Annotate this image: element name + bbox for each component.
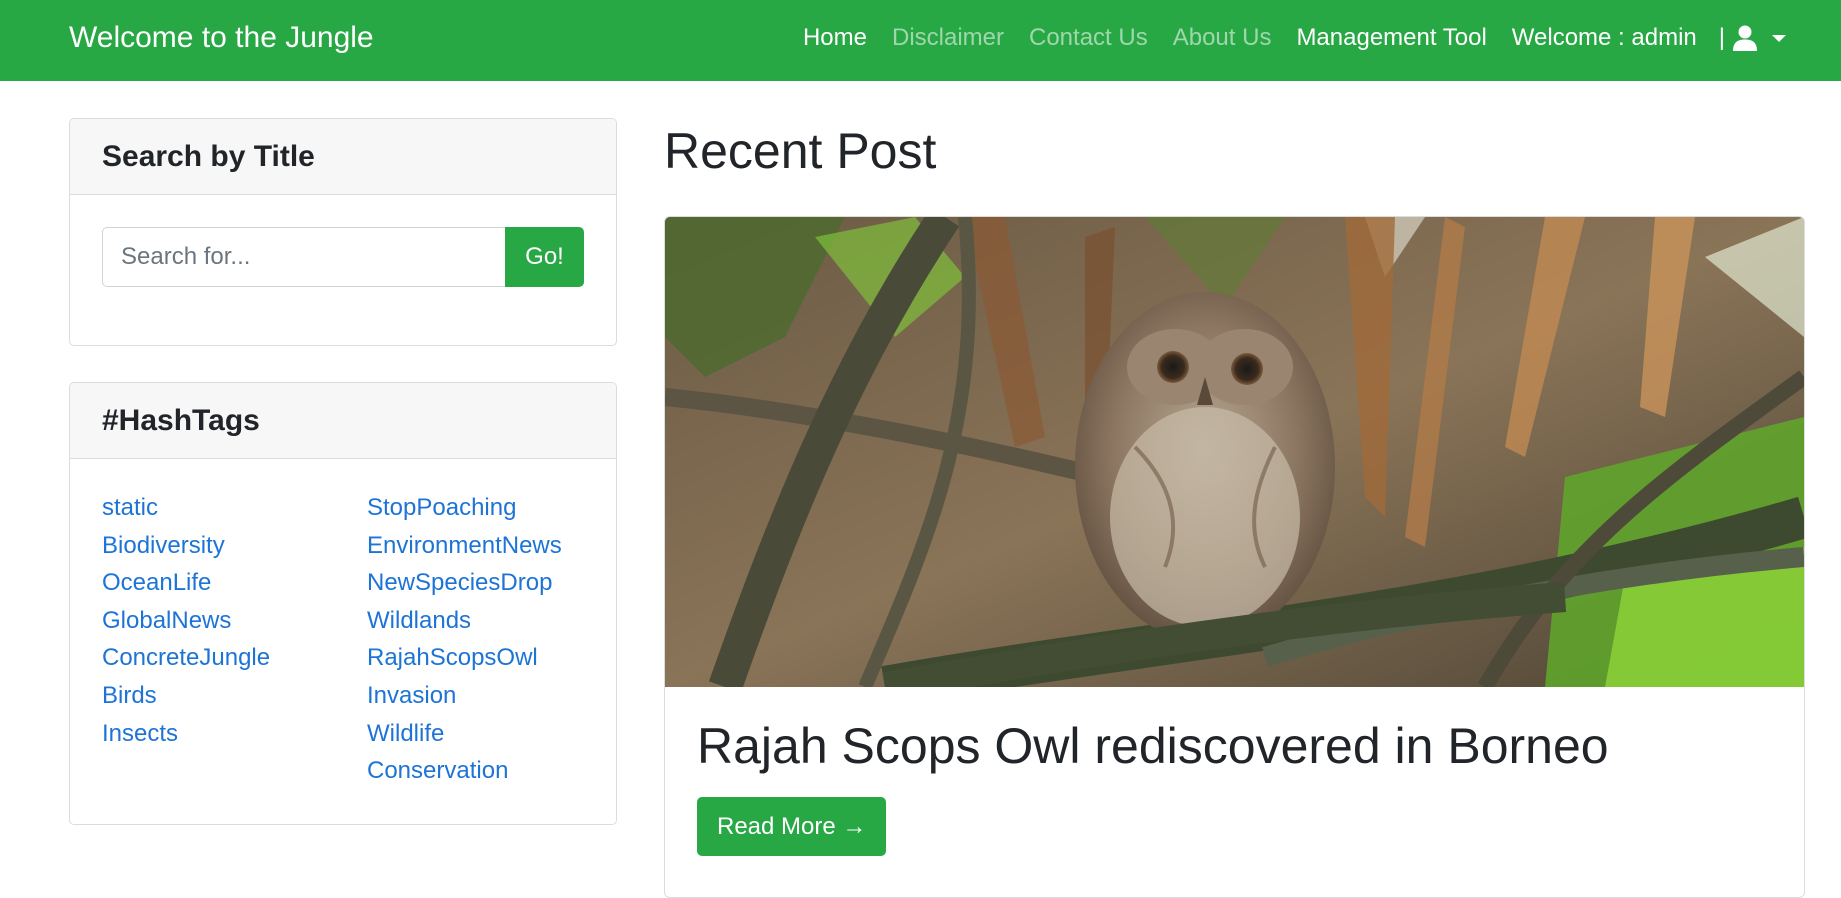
nav-home[interactable]: Home — [803, 18, 867, 58]
hashtags-card: #HashTags static Biodiversity OceanLife … — [69, 382, 617, 825]
nav-separator: | — [1718, 24, 1725, 51]
search-input[interactable] — [102, 227, 505, 287]
search-card: Search by Title Go! — [69, 118, 617, 346]
hashtag-link[interactable]: static — [102, 489, 270, 527]
hashtag-link[interactable]: Insects — [102, 715, 270, 753]
post-title[interactable]: Rajah Scops Owl rediscovered in Borneo — [697, 714, 1609, 778]
hashtag-link[interactable]: Birds — [102, 677, 270, 715]
hashtag-link[interactable]: StopPoaching — [367, 489, 562, 527]
go-button[interactable]: Go! — [505, 227, 584, 287]
search-card-title: Search by Title — [70, 119, 616, 195]
hashtag-link[interactable]: GlobalNews — [102, 602, 270, 640]
hashtags-left-column: static Biodiversity OceanLife GlobalNews… — [102, 489, 270, 752]
hashtag-link[interactable]: Wildlands — [367, 602, 562, 640]
hashtag-link[interactable]: Wildlife — [367, 715, 562, 753]
search-row: Go! — [102, 227, 584, 287]
hashtags-right-column: StopPoaching EnvironmentNews NewSpeciesD… — [367, 489, 562, 790]
hashtag-link[interactable]: Conservation — [367, 752, 562, 790]
hashtag-link[interactable]: ConcreteJungle — [102, 639, 270, 677]
hashtag-link[interactable]: OceanLife — [102, 564, 270, 602]
welcome-text: Welcome : admin — [1511, 24, 1697, 51]
hashtag-link[interactable]: EnvironmentNews — [367, 527, 562, 565]
nav-links: Home Disclaimer Contact Us About Us Mana… — [778, 18, 1791, 58]
read-more-button[interactable]: Read More → — [697, 797, 887, 856]
user-menu-toggle[interactable] — [1733, 25, 1791, 51]
user-icon — [1733, 25, 1757, 51]
hashtags-card-title: #HashTags — [70, 383, 616, 459]
caret-down-icon — [1772, 35, 1786, 42]
top-navbar: Welcome to the Jungle Home Disclaimer Co… — [0, 0, 1841, 81]
nav-management-tool[interactable]: Management Tool — [1296, 18, 1486, 58]
post-card: Rajah Scops Owl rediscovered in Borneo R… — [664, 216, 1805, 898]
owl-photo[interactable] — [665, 217, 1804, 687]
nav-disclaimer[interactable]: Disclaimer — [892, 18, 1004, 58]
hashtag-link[interactable]: Invasion — [367, 677, 562, 715]
hashtag-link[interactable]: NewSpeciesDrop — [367, 564, 562, 602]
nav-contact-us[interactable]: Contact Us — [1029, 18, 1148, 58]
brand-link[interactable]: Welcome to the Jungle — [69, 18, 374, 58]
hashtag-link[interactable]: Biodiversity — [102, 527, 270, 565]
hashtag-link[interactable]: RajahScopsOwl — [367, 639, 562, 677]
nav-about-us[interactable]: About Us — [1173, 18, 1272, 58]
recent-post-heading: Recent Post — [664, 123, 937, 179]
